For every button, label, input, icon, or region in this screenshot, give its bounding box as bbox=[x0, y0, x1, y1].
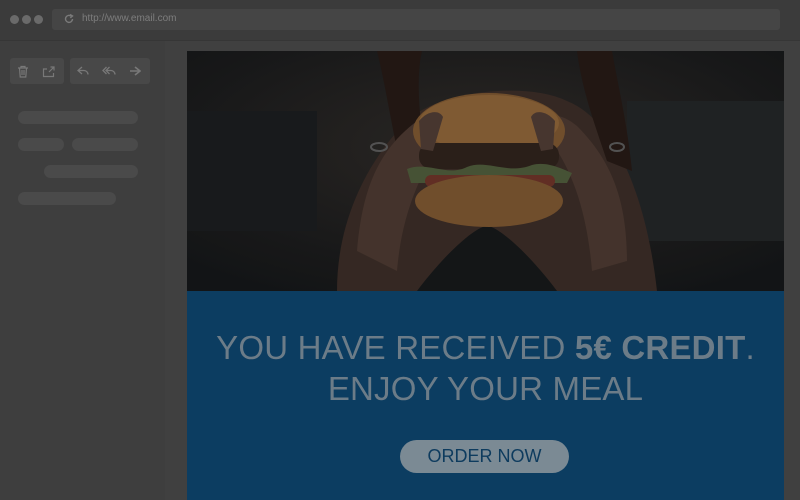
reply-icon bbox=[77, 66, 89, 75]
trash-icon bbox=[18, 65, 28, 78]
address-bar[interactable]: http://www.email.com bbox=[52, 9, 780, 30]
mail-sidebar bbox=[0, 41, 165, 500]
window-close-dot-icon[interactable] bbox=[10, 15, 19, 24]
forward-button[interactable] bbox=[122, 58, 148, 84]
reply-button[interactable] bbox=[70, 58, 96, 84]
headline-period: . bbox=[745, 329, 755, 366]
window-minimize-dot-icon[interactable] bbox=[22, 15, 31, 24]
toolbar-group-respond bbox=[70, 58, 150, 84]
headline-text: YOU HAVE RECEIVED bbox=[216, 329, 575, 366]
burger-photo bbox=[187, 51, 784, 291]
promo-banner: YOU HAVE RECEIVED 5€ CREDIT. ENJOY YOUR … bbox=[187, 291, 784, 500]
browser-title-bar: http://www.email.com bbox=[0, 0, 800, 41]
reload-icon[interactable] bbox=[63, 13, 75, 25]
message-placeholder-line bbox=[18, 111, 138, 124]
address-bar-url: http://www.email.com bbox=[82, 13, 177, 24]
browser-window: http://www.email.com YOU HAVE RECEIVED 5… bbox=[0, 0, 800, 500]
delete-button[interactable] bbox=[10, 58, 36, 84]
hero-image bbox=[187, 51, 784, 291]
reply-all-icon bbox=[102, 66, 116, 75]
toolbar-group-manage bbox=[10, 58, 64, 84]
reply-all-button[interactable] bbox=[96, 58, 122, 84]
message-placeholder-line bbox=[72, 138, 138, 151]
email-body: YOU HAVE RECEIVED 5€ CREDIT. ENJOY YOUR … bbox=[187, 51, 784, 500]
window-maximize-dot-icon[interactable] bbox=[34, 15, 43, 24]
message-placeholder-line bbox=[18, 138, 64, 151]
forward-icon bbox=[130, 66, 141, 76]
message-placeholder-line bbox=[44, 165, 138, 178]
order-now-button[interactable]: ORDER NOW bbox=[400, 440, 569, 473]
message-placeholder-line bbox=[18, 192, 116, 205]
headline-credit-amount: 5€ CREDIT bbox=[574, 329, 746, 366]
share-icon bbox=[42, 65, 55, 77]
move-button[interactable] bbox=[36, 58, 62, 84]
promo-headline: YOU HAVE RECEIVED 5€ CREDIT. ENJOY YOUR … bbox=[187, 327, 784, 409]
headline-second-line: ENJOY YOUR MEAL bbox=[327, 370, 644, 407]
